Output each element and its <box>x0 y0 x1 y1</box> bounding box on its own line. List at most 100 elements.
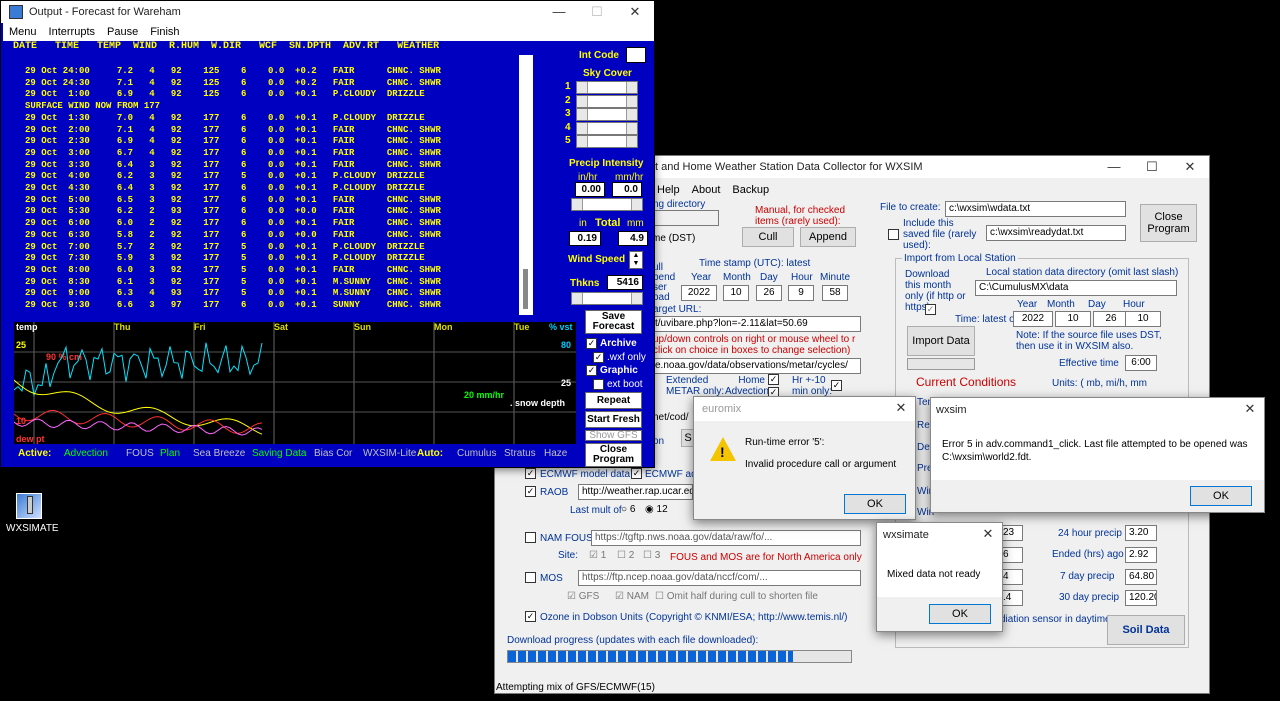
file-to-create-field[interactable]: c:\wxsim\wdata.txt <box>945 201 1126 217</box>
sky-level-slider[interactable] <box>576 121 638 135</box>
cull-button[interactable]: Cull <box>742 227 794 247</box>
precip-slider[interactable] <box>571 198 643 211</box>
table-row: 29 Oct 9:00 6.3 4 93 177 5 0.0 +0.1 M.SU… <box>25 288 441 299</box>
nam-option[interactable]: ☑ NAM <box>615 591 649 602</box>
precip-in-field[interactable]: 0.00 <box>575 182 605 197</box>
wxsimate-titlebar: wxsimate ✕ <box>877 523 1002 547</box>
import-data-button[interactable]: Import Data <box>907 326 975 356</box>
close-dialog-button[interactable]: ✕ <box>974 523 1002 545</box>
raob-url-field[interactable]: http://weather.rap.ucar.edu <box>578 484 693 500</box>
close-dialog-button[interactable]: ✕ <box>1236 398 1264 420</box>
wxsim-ok-button[interactable]: OK <box>1190 486 1252 506</box>
maximize-button[interactable]: ☐ <box>1133 156 1171 178</box>
ts-day-field[interactable]: 26 <box>756 285 782 301</box>
auto-item: Cumulus <box>457 448 497 459</box>
ts-minute-field[interactable]: 58 <box>822 285 848 301</box>
menu-about[interactable]: About <box>686 181 727 199</box>
close-program-button[interactable]: Close Program <box>585 443 642 467</box>
menu-backup[interactable]: Backup <box>726 181 775 199</box>
precip30-field[interactable]: 120.20 <box>1125 590 1157 606</box>
mos-checkbox[interactable] <box>525 572 536 583</box>
ecmwf-checkbox[interactable]: ✓ <box>525 468 536 479</box>
precip24-label: 24 hour precip <box>1058 528 1122 539</box>
local-day-field[interactable]: 26 <box>1093 311 1129 327</box>
directory-field[interactable] <box>653 210 719 226</box>
menu-menu[interactable]: Menu <box>3 23 43 41</box>
local-year-field[interactable]: 2022 <box>1013 311 1053 327</box>
home-checkbox[interactable]: ✓ <box>768 374 779 385</box>
start-fresh-button[interactable]: Start Fresh <box>585 411 642 428</box>
ready-file-field[interactable]: c:\wxsim\readydat.txt <box>986 225 1126 241</box>
ts-year-field[interactable]: 2022 <box>681 285 717 301</box>
forecast-scrollbar[interactable] <box>519 55 533 315</box>
soil-data-button[interactable]: Soil Data <box>1107 615 1185 645</box>
menu-finish[interactable]: Finish <box>144 23 185 41</box>
minimize-button[interactable]: — <box>540 1 578 23</box>
show-gfs-button[interactable]: Show GFS <box>585 430 642 441</box>
site2-option[interactable]: ☐ 2 <box>617 550 634 561</box>
metar-url-field[interactable]: e.noaa.gov/data/observations/metar/cycle… <box>651 358 861 374</box>
ozone-checkbox[interactable]: ✓ <box>525 611 536 622</box>
sky-level-slider[interactable] <box>576 108 638 121</box>
wxf-only-checkbox[interactable]: ✓ <box>593 352 604 363</box>
target-url-field[interactable]: t/uvibare.php?lon=-2.11&lat=50.69 <box>651 316 861 332</box>
gfs-option[interactable]: ☑ GFS <box>567 591 599 602</box>
desktop-icon-wxsimate[interactable]: WXSIMATE <box>6 490 59 540</box>
ext-boot-checkbox[interactable] <box>593 379 604 390</box>
repeat-button[interactable]: Repeat <box>585 392 642 409</box>
active-item: Sea Breeze <box>193 448 246 459</box>
local-hour-field[interactable]: 10 <box>1125 311 1161 327</box>
graphic-checkbox[interactable]: ✓ <box>586 365 597 376</box>
ts-month-field[interactable]: 10 <box>723 285 749 301</box>
total-in-field[interactable]: 0.19 <box>569 231 601 246</box>
local-month-field[interactable]: 10 <box>1055 311 1091 327</box>
raob-checkbox[interactable]: ✓ <box>525 486 536 497</box>
effective-time-field[interactable]: 6:00 <box>1125 355 1157 371</box>
menu-pause[interactable]: Pause <box>101 23 144 41</box>
active-item: WXSIM-Lite <box>363 448 417 459</box>
menu-help[interactable]: Help <box>651 181 686 199</box>
table-row: 29 Oct 2:30 6.9 4 92 177 6 0.0 +0.1 FAIR… <box>25 136 441 147</box>
archive-checkbox[interactable]: ✓ <box>586 338 597 349</box>
maximize-button[interactable]: ☐ <box>578 1 616 23</box>
ecmwf-ad-checkbox[interactable]: ✓ <box>631 468 642 479</box>
nam-url-field[interactable]: https://tgftp.nws.noaa.gov/data/raw/fo/.… <box>591 530 861 546</box>
close-dialog-button[interactable]: ✕ <box>887 397 915 419</box>
site3-option[interactable]: ☐ 3 <box>643 550 660 561</box>
site1-option[interactable]: ☑ 1 <box>589 550 606 561</box>
total-mm-field[interactable]: 4.9 <box>618 231 648 246</box>
table-row: SURFACE WIND NOW FROM 177 <box>25 101 161 112</box>
hr10-checkbox[interactable]: ✓ <box>831 380 842 391</box>
local-dir-field[interactable]: C:\CumulusMX\data <box>975 280 1177 296</box>
sky-level-slider[interactable] <box>576 81 638 94</box>
fous-note: FOUS and MOS are for North America only <box>670 552 862 563</box>
append-button[interactable]: Append <box>800 227 856 247</box>
int-code-field[interactable] <box>626 47 646 63</box>
sky-level-slider[interactable] <box>576 94 638 108</box>
euromix-ok-button[interactable]: OK <box>844 494 906 514</box>
precip24-field[interactable]: 3.20 <box>1125 525 1157 541</box>
mos-url-field[interactable]: https://ftp.ncep.noaa.gov/data/nccf/com/… <box>578 570 861 586</box>
precip7-field[interactable]: 64.80 <box>1125 569 1157 585</box>
wind-speed-spinner[interactable]: ▲ ▼ <box>629 251 643 269</box>
include-saved-checkbox[interactable] <box>888 229 899 240</box>
download-month-checkbox[interactable]: ✓ <box>925 304 936 315</box>
mult12-radio[interactable]: ◉ 12 <box>645 504 668 515</box>
precip-mm-field[interactable]: 0.0 <box>612 182 642 197</box>
ended-field[interactable]: 2.92 <box>1125 547 1157 563</box>
ts-hour-field[interactable]: 9 <box>788 285 814 301</box>
omit-half-option[interactable]: ☐ Omit half during cull to shorten file <box>655 591 818 602</box>
close-window-button[interactable]: ✕ <box>616 1 654 23</box>
thkns-slider[interactable] <box>571 292 643 305</box>
minimize-button[interactable]: — <box>1095 156 1133 178</box>
precip30-label: 30 day precip <box>1059 592 1120 603</box>
sky-level-slider[interactable] <box>576 135 638 148</box>
thkns-field[interactable]: 5416 <box>607 275 643 290</box>
mult6-radio[interactable]: ○ 6 <box>621 504 635 515</box>
collector-close-program-button[interactable]: Close Program <box>1140 204 1197 242</box>
save-forecast-button[interactable]: Save Forecast <box>585 310 642 334</box>
menu-interrupts[interactable]: Interrupts <box>43 23 101 41</box>
nam-fous-checkbox[interactable] <box>525 532 536 543</box>
wxsimate-ok-button[interactable]: OK <box>929 604 991 624</box>
close-window-button[interactable]: ✕ <box>1171 156 1209 178</box>
